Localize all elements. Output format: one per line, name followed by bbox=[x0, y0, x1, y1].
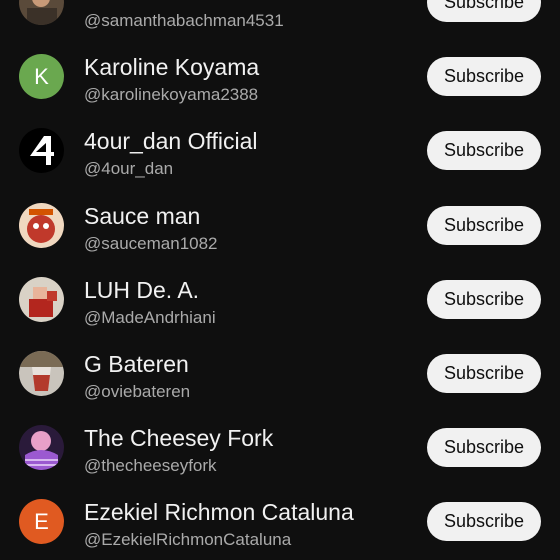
subscribe-button[interactable]: Subscribe bbox=[427, 131, 541, 171]
channel-row[interactable]: 4our_dan Official @4our_dan Subscribe bbox=[0, 113, 560, 187]
drink-glass-avatar-icon[interactable] bbox=[19, 350, 64, 396]
subscriptions-list: @samanthabachman4531 Subscribe K Karolin… bbox=[0, 0, 560, 559]
roblox-character-avatar-icon[interactable] bbox=[19, 276, 64, 322]
channel-row[interactable]: @samanthabachman4531 Subscribe bbox=[0, 0, 560, 39]
channel-name[interactable]: Sauce man bbox=[84, 203, 200, 230]
channel-name[interactable]: The Cheesey Fork bbox=[84, 425, 273, 452]
channel-handle: @sauceman1082 bbox=[84, 233, 218, 253]
channel-handle: @oviebateren bbox=[84, 381, 191, 401]
avatar-letter: E bbox=[34, 508, 49, 534]
channel-name[interactable]: G Bateren bbox=[84, 351, 189, 378]
channel-name[interactable]: 4our_dan Official bbox=[84, 128, 257, 155]
avatar-letter: K bbox=[34, 63, 49, 89]
channel-handle: @EzekielRichmonCataluna bbox=[84, 530, 292, 550]
channel-row[interactable]: The Cheesey Fork @thecheeseyfork Subscri… bbox=[0, 410, 560, 484]
subscribe-button[interactable]: Subscribe bbox=[427, 428, 541, 468]
subscribe-button[interactable]: Subscribe bbox=[427, 279, 541, 319]
four-logo-avatar-icon[interactable] bbox=[19, 128, 64, 174]
channel-handle: @samanthabachman4531 bbox=[84, 11, 284, 30]
letter-avatar[interactable]: E bbox=[19, 499, 64, 545]
channel-handle: @thecheeseyfork bbox=[84, 456, 217, 476]
channel-name[interactable]: Karoline Koyama bbox=[84, 54, 259, 81]
subscribe-button[interactable]: Subscribe bbox=[427, 0, 541, 22]
channel-row[interactable]: G Bateren @oviebateren Subscribe bbox=[0, 336, 560, 410]
purple-cat-avatar-icon[interactable] bbox=[19, 425, 64, 471]
subscribe-button[interactable]: Subscribe bbox=[427, 353, 541, 393]
channel-row[interactable]: K Karoline Koyama @karolinekoyama2388 Su… bbox=[0, 39, 560, 113]
channel-name[interactable]: Ezekiel Richmon Cataluna bbox=[84, 499, 354, 526]
subscribe-button[interactable]: Subscribe bbox=[427, 502, 541, 542]
subscribe-button[interactable]: Subscribe bbox=[427, 205, 541, 245]
channel-row[interactable]: Sauce man @sauceman1082 Subscribe bbox=[0, 188, 560, 262]
red-character-avatar-icon[interactable] bbox=[19, 202, 64, 248]
channel-row[interactable]: E Ezekiel Richmon Cataluna @EzekielRichm… bbox=[0, 484, 560, 558]
channel-row[interactable]: LUH De. A. @MadeAndrhiani Subscribe bbox=[0, 262, 560, 336]
channel-handle: @4our_dan bbox=[84, 159, 174, 179]
channel-name[interactable]: LUH De. A. bbox=[84, 277, 199, 304]
subscribe-button[interactable]: Subscribe bbox=[427, 57, 541, 97]
letter-avatar[interactable]: K bbox=[19, 54, 64, 100]
channel-handle: @MadeAndrhiani bbox=[84, 307, 216, 327]
channel-handle: @karolinekoyama2388 bbox=[84, 85, 259, 105]
photo-avatar-icon[interactable] bbox=[19, 0, 64, 25]
